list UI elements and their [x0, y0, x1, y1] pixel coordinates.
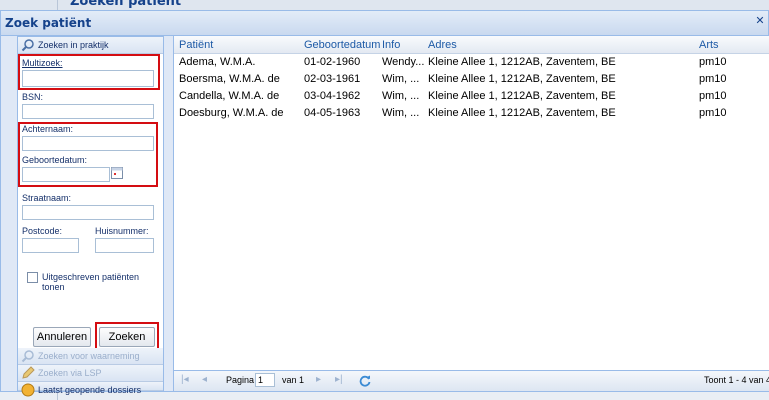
huisnummer-input[interactable]	[95, 238, 154, 253]
uitgeschreven-checkbox[interactable]	[27, 272, 38, 283]
achternaam-label: Achternaam:	[22, 124, 74, 134]
cell-info: Wendy...	[382, 56, 425, 68]
folder-icon	[21, 383, 35, 397]
cell-info: Wim, ...	[382, 73, 420, 85]
page-number-input[interactable]	[255, 373, 275, 387]
straatnaam-input[interactable]	[22, 205, 154, 220]
cell-address: Kleine Allee 1, 1212AB, Zaventem, BE	[428, 56, 616, 68]
close-icon[interactable]: ✕	[754, 15, 766, 28]
search-form: Multizoek: BSN: Achternaam: Geboortedatu…	[18, 54, 163, 352]
paging-toolbar: |◂ ◂ Pagina van 1 ▸ ▸| Toont 1 - 4 van 4	[174, 370, 769, 391]
grid-header: Patiënt Geboortedatum Info Adres Arts	[174, 36, 769, 54]
cell-info: Wim, ...	[382, 107, 420, 119]
cell-birthdate: 04-05-1963	[304, 107, 361, 119]
cell-birthdate: 03-04-1962	[304, 90, 361, 102]
search-panel: Zoeken in praktijk Multizoek: BSN: Achte…	[17, 36, 164, 397]
multizoek-highlight	[18, 54, 160, 90]
search-icon	[21, 350, 34, 363]
table-row[interactable]: Boersma, W.M.A. de 02-03-1961 Wim, ... K…	[174, 71, 769, 88]
cell-patient: Boersma, W.M.A. de	[179, 73, 280, 85]
column-header-doctor[interactable]: Arts	[699, 39, 719, 51]
refresh-icon[interactable]	[358, 374, 372, 388]
accordion-label: Laatst geopende dossiers	[38, 385, 142, 395]
first-page-icon[interactable]: |◂	[181, 374, 189, 385]
geboortedatum-input[interactable]	[22, 167, 110, 182]
search-patient-dialog: Zoek patiënt ✕ Zoeken in praktijk Multiz…	[0, 10, 769, 397]
uitgeschreven-label: Uitgeschreven patiënten tonen	[42, 272, 140, 292]
cell-doctor: pm10	[699, 90, 727, 102]
accordion-label: Zoeken voor waarneming	[38, 351, 140, 361]
column-header-address[interactable]: Adres	[428, 39, 457, 51]
achternaam-input[interactable]	[22, 136, 154, 151]
pencil-icon	[22, 366, 35, 379]
accordion-label: Zoeken via LSP	[38, 368, 102, 378]
postcode-input[interactable]	[22, 238, 79, 253]
cell-address: Kleine Allee 1, 1212AB, Zaventem, BE	[428, 73, 616, 85]
cell-address: Kleine Allee 1, 1212AB, Zaventem, BE	[428, 90, 616, 102]
dialog-header: Zoek patiënt ✕	[1, 11, 768, 36]
column-header-patient[interactable]: Patiënt	[179, 39, 213, 51]
bsn-input[interactable]	[22, 104, 154, 119]
search-icon	[21, 39, 34, 52]
cell-patient: Doesburg, W.M.A. de	[179, 107, 284, 119]
bsn-label: BSN:	[22, 92, 44, 102]
cell-birthdate: 01-02-1960	[304, 56, 361, 68]
geboortedatum-label: Geboortedatum:	[22, 155, 88, 165]
next-page-icon[interactable]: ▸	[316, 374, 321, 385]
page-count-label: van 1	[282, 375, 305, 385]
last-page-icon[interactable]: ▸|	[335, 374, 343, 385]
cell-birthdate: 02-03-1961	[304, 73, 361, 85]
accordion-search-lsp[interactable]: Zoeken via LSP	[18, 365, 163, 382]
background-page-title: Zoeken patiënt	[70, 0, 182, 9]
dialog-title: Zoek patiënt	[5, 16, 92, 30]
cell-info: Wim, ...	[382, 90, 420, 102]
accordion-recent-files[interactable]: Laatst geopende dossiers	[18, 382, 163, 397]
table-row[interactable]: Doesburg, W.M.A. de 04-05-1963 Wim, ... …	[174, 105, 769, 122]
accordion-search-observation[interactable]: Zoeken voor waarneming	[18, 348, 163, 365]
cell-doctor: pm10	[699, 107, 727, 119]
cell-address: Kleine Allee 1, 1212AB, Zaventem, BE	[428, 107, 616, 119]
cancel-button[interactable]: Annuleren	[33, 327, 91, 347]
paging-summary: Toont 1 - 4 van 4	[703, 375, 769, 385]
huisnummer-label: Huisnummer:	[95, 226, 149, 236]
table-row[interactable]: Candella, W.M.A. de 03-04-1962 Wim, ... …	[174, 88, 769, 105]
cell-patient: Adema, W.M.A.	[179, 56, 256, 68]
column-header-birthdate[interactable]: Geboortedatum	[304, 39, 380, 51]
straatnaam-label: Straatnaam:	[22, 193, 72, 203]
prev-page-icon[interactable]: ◂	[202, 374, 207, 385]
accordion-search-in-practice[interactable]: Zoeken in praktijk	[18, 37, 163, 54]
patient-grid: Patiënt Geboortedatum Info Adres Arts Ad…	[173, 36, 769, 391]
accordion-label: Zoeken in praktijk	[38, 40, 109, 50]
cell-doctor: pm10	[699, 73, 727, 85]
postcode-label: Postcode:	[22, 226, 63, 236]
page-label: Pagina	[226, 375, 255, 385]
calendar-icon[interactable]	[111, 167, 123, 179]
column-header-info[interactable]: Info	[382, 39, 400, 51]
cell-doctor: pm10	[699, 56, 727, 68]
cell-patient: Candella, W.M.A. de	[179, 90, 280, 102]
table-row[interactable]: Adema, W.M.A. 01-02-1960 Wendy... Kleine…	[174, 54, 769, 71]
